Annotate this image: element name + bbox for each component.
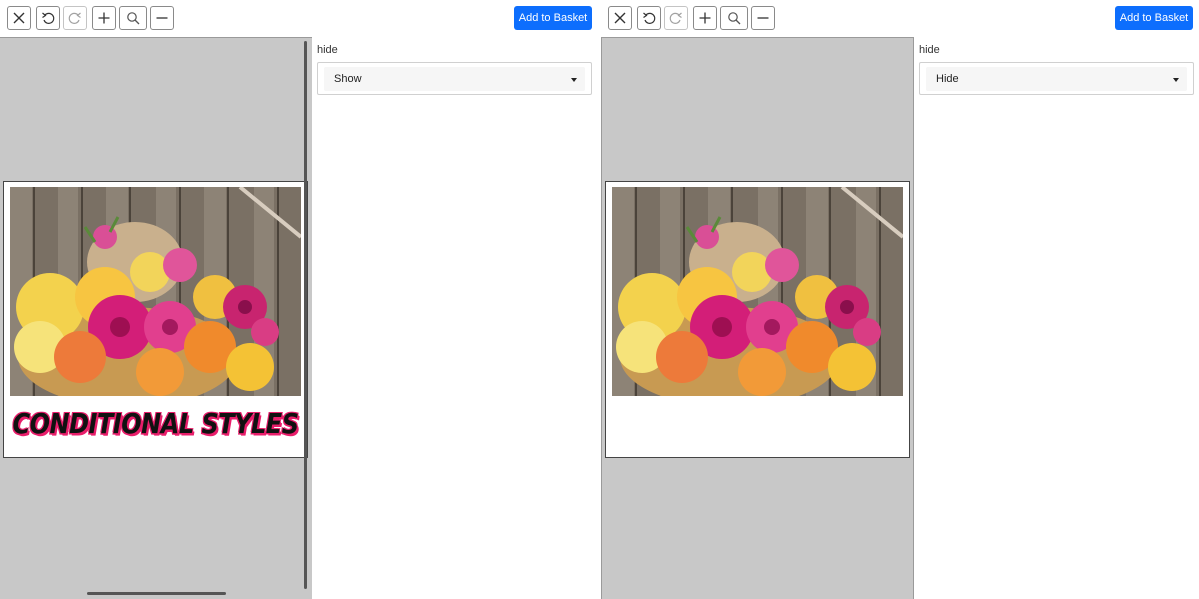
vertical-scrollbar[interactable] <box>304 41 307 589</box>
redo-icon <box>68 12 81 24</box>
canvas-stage[interactable]: CONDITIONAL STYLES <box>0 37 312 599</box>
close-icon <box>13 12 25 24</box>
search-icon <box>127 12 140 25</box>
hide-select[interactable]: Hide <box>919 62 1194 95</box>
close-icon <box>614 12 626 24</box>
close-button[interactable] <box>7 6 31 30</box>
select-box[interactable]: Show <box>324 67 585 91</box>
zoom-out-icon <box>757 17 769 19</box>
designer-panel-left: Add to Basket CONDITIONAL STYLES hide Sh… <box>0 0 599 599</box>
canvas-stage[interactable] <box>601 37 913 599</box>
selected-option: Show <box>334 73 362 85</box>
flower-photo <box>612 187 903 396</box>
undo-icon <box>42 12 55 24</box>
options-sidebar: hide Show <box>312 37 599 599</box>
designer-panel-right: Add to Basket hide Hide <box>601 0 1199 599</box>
horizontal-scrollbar[interactable] <box>87 592 226 595</box>
zoom-in-icon <box>98 12 110 24</box>
undo-button[interactable] <box>36 6 60 30</box>
toolbar: Add to Basket <box>601 0 1199 36</box>
undo-button[interactable] <box>637 6 661 30</box>
flower-bouquet-image <box>612 187 903 396</box>
flower-bouquet-image <box>10 187 301 396</box>
hide-field-label: hide <box>317 44 338 56</box>
selected-option: Hide <box>936 73 959 85</box>
redo-icon <box>669 12 682 24</box>
hide-field-label: hide <box>919 44 940 56</box>
product-card[interactable]: CONDITIONAL STYLES <box>3 181 308 458</box>
add-to-basket-button[interactable]: Add to Basket <box>1115 6 1193 30</box>
select-box[interactable]: Hide <box>926 67 1187 91</box>
add-to-basket-button[interactable]: Add to Basket <box>514 6 592 30</box>
caret-down-icon <box>1173 78 1179 82</box>
redo-button[interactable] <box>63 6 87 30</box>
product-card[interactable] <box>605 181 910 458</box>
caret-down-icon <box>571 78 577 82</box>
undo-icon <box>643 12 656 24</box>
zoom-out-icon <box>156 17 168 19</box>
zoom-out-button[interactable] <box>150 6 174 30</box>
zoom-in-button[interactable] <box>693 6 717 30</box>
redo-button[interactable] <box>664 6 688 30</box>
zoom-in-icon <box>699 12 711 24</box>
hide-select[interactable]: Show <box>317 62 592 95</box>
flower-photo <box>10 187 301 396</box>
search-button[interactable] <box>119 6 147 30</box>
zoom-out-button[interactable] <box>751 6 775 30</box>
search-icon <box>728 12 741 25</box>
toolbar: Add to Basket <box>0 0 599 36</box>
search-button[interactable] <box>720 6 748 30</box>
options-sidebar: hide Hide <box>913 37 1199 599</box>
close-button[interactable] <box>608 6 632 30</box>
card-title-text: CONDITIONAL STYLES <box>12 407 299 441</box>
zoom-in-button[interactable] <box>92 6 116 30</box>
